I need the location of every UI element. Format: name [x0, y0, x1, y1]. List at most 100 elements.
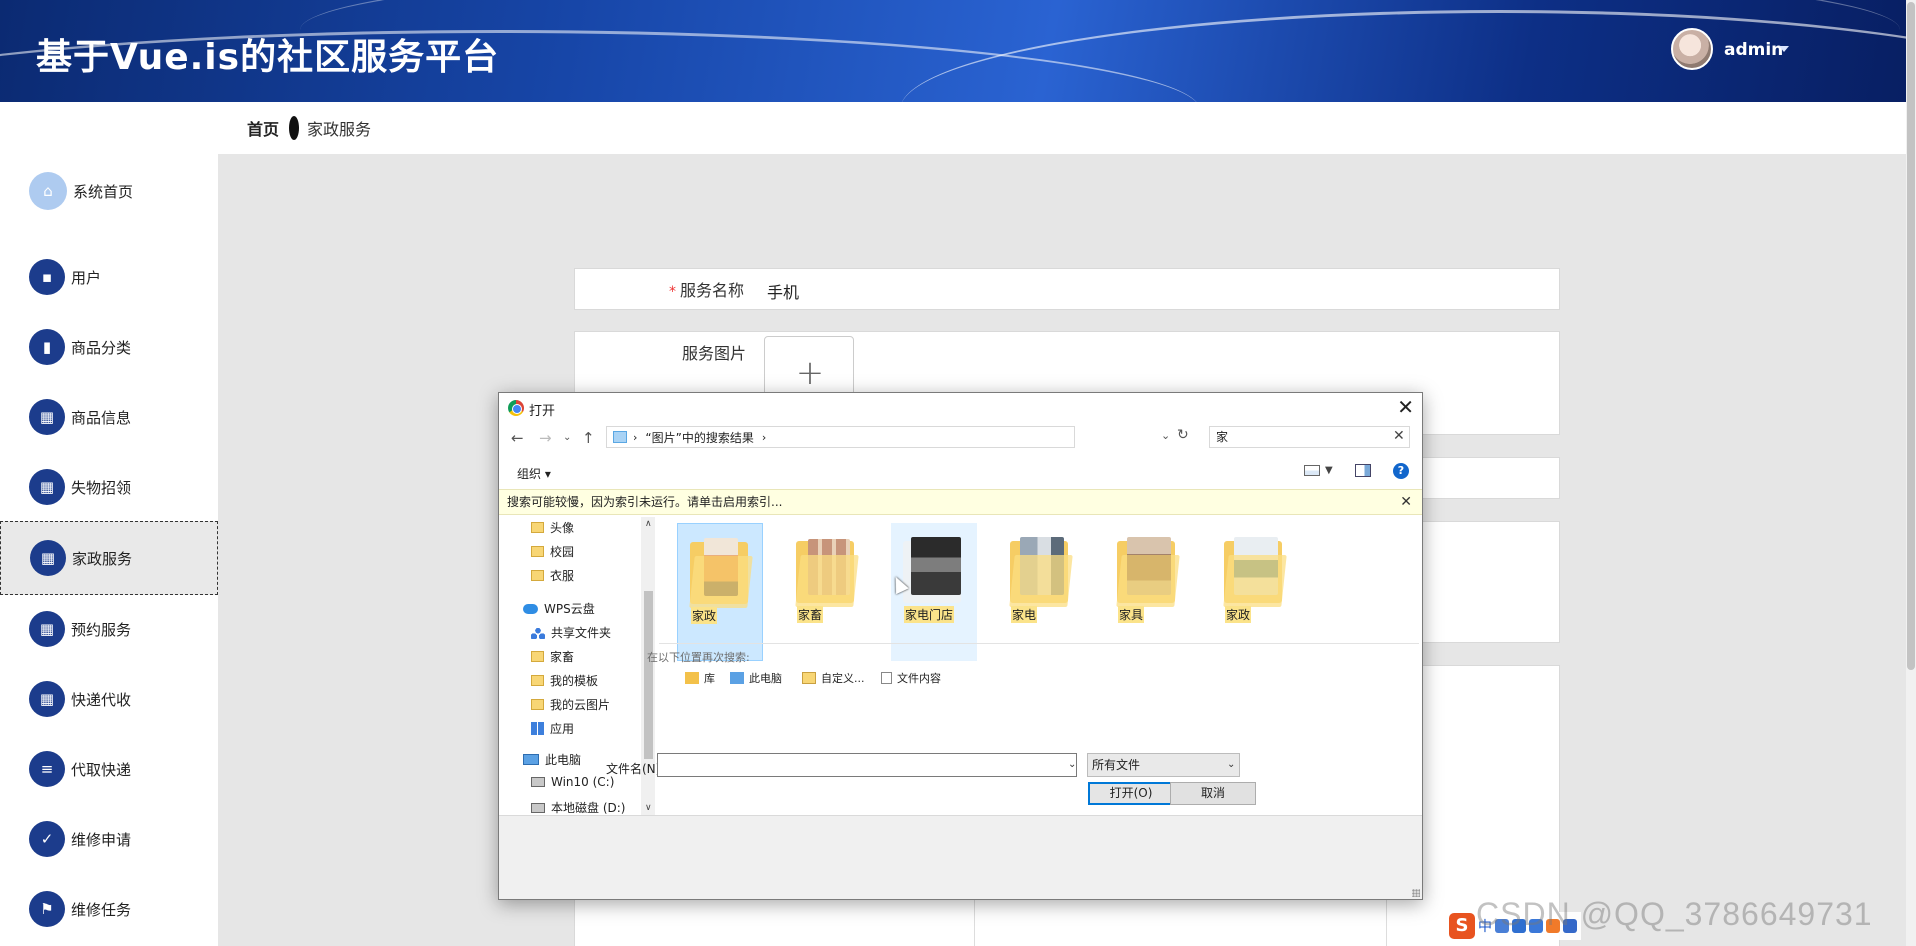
file-item[interactable]: 家电	[998, 523, 1084, 661]
indexing-info-bar[interactable]: 搜索可能较慢，因为索引未运行。请单击启用索引... ✕	[499, 489, 1422, 515]
sidebar-item-label: 系统首页	[73, 182, 134, 201]
sidebar-item-housekeeping[interactable]: ▦ 家政服务	[0, 521, 218, 595]
tree-item[interactable]: 应用	[531, 720, 574, 737]
scroll-up-icon[interactable]: ∧	[645, 519, 652, 529]
search-input[interactable]: 家	[1209, 426, 1410, 448]
folder-front	[795, 555, 859, 607]
preview-pane-icon[interactable]	[1355, 464, 1371, 477]
avatar[interactable]	[1671, 28, 1713, 70]
cancel-button[interactable]: 取消	[1170, 782, 1256, 805]
sidebar-item-booking[interactable]: ▦ 预约服务	[0, 592, 218, 666]
tree-item[interactable]: 本地磁盘 (D:)	[531, 799, 625, 815]
computer-icon	[730, 672, 744, 684]
refresh-icon[interactable]: ↻	[1177, 427, 1189, 443]
view-mode-icon[interactable]	[1304, 465, 1320, 476]
search-again-file-contents[interactable]: 文件内容	[881, 670, 941, 686]
organize-menu[interactable]: 组织 ▾	[517, 465, 551, 482]
resize-grip-icon[interactable]	[1412, 889, 1420, 897]
tree-item-label: 衣服	[550, 569, 575, 583]
folder-front	[1116, 555, 1180, 607]
page-scrollbar-thumb[interactable]	[1907, 2, 1915, 670]
tree-scrollbar-thumb[interactable]	[644, 591, 653, 759]
sidebar-item-product-info[interactable]: ▦ 商品信息	[0, 380, 218, 454]
search-again-library[interactable]: 库	[685, 670, 715, 686]
file-name: 家政	[1225, 606, 1252, 623]
file-item[interactable]: 家政	[677, 523, 763, 661]
search-again-custom[interactable]: 自定义...	[802, 670, 865, 686]
filename-input[interactable]	[657, 753, 1077, 777]
user-name[interactable]: admin	[1724, 40, 1783, 60]
search-results-icon	[613, 431, 627, 443]
open-button[interactable]: 打开(O)	[1088, 782, 1174, 805]
tree-item[interactable]: WPS云盘	[523, 600, 595, 617]
file-name: 家畜	[797, 606, 824, 623]
grid-icon: ▦	[30, 540, 66, 576]
search-again-item-label: 库	[704, 672, 715, 685]
sidebar-item-parcel-receive[interactable]: ▦ 快递代收	[0, 662, 218, 736]
breadcrumb-current: 家政服务	[307, 120, 372, 139]
filename-dropdown-icon[interactable]: ⌄	[1068, 759, 1076, 770]
address-dropdown-icon[interactable]: ⌄	[1161, 429, 1170, 442]
tree-item[interactable]: 校园	[531, 543, 574, 560]
file-item[interactable]: 家畜	[784, 523, 870, 661]
sidebar-item-repair-task[interactable]: ⚑ 维修任务	[0, 872, 218, 946]
sidebar-item-parcel-pickup[interactable]: ≡ 代取快递	[0, 732, 218, 806]
tree-item[interactable]: 我的模板	[531, 672, 598, 689]
filetype-select[interactable]: 所有文件	[1087, 753, 1240, 777]
tree-item-label: 共享文件夹	[551, 626, 612, 640]
sidebar-item-users[interactable]: ▪ 用户	[0, 240, 218, 314]
close-info-icon[interactable]: ✕	[1400, 490, 1412, 514]
cloud-icon	[523, 603, 538, 614]
tree-item[interactable]: 共享文件夹	[531, 624, 611, 641]
sidebar-item-label: 用户	[71, 268, 102, 287]
sidebar-item-lost-found[interactable]: ▦ 失物招领	[0, 450, 218, 524]
image-thumbnail	[911, 537, 961, 595]
service-name-input[interactable]: 手机	[767, 279, 799, 303]
forward-arrow-icon[interactable]: →	[539, 429, 552, 447]
library-icon	[685, 672, 699, 684]
sidebar-item-label: 快递代收	[71, 690, 132, 709]
up-arrow-icon[interactable]: ↑	[582, 429, 595, 447]
apps-icon	[531, 722, 544, 735]
tree-item[interactable]: 家畜	[531, 648, 574, 665]
sidebar: ⌂ 系统首页 ▪ 用户 ▮ 商品分类 ▦ 商品信息 ▦ 失物招领 ▦ 家政服务 …	[0, 150, 218, 946]
file-item[interactable]: 家电门店	[891, 523, 977, 661]
tree-item-label: Win10 (C:)	[551, 775, 615, 789]
app-title: 基于Vue.is的社区服务平台	[36, 37, 500, 78]
tree-item-label: 校园	[550, 545, 575, 559]
sidebar-item-repair-request[interactable]: ✓ 维修申请	[0, 802, 218, 876]
file-open-dialog: 打开 ✕ ← → ⌄ ↑ › “图片”中的搜索结果 › ⌄ ↻ 家 ✕ 组织 ▾…	[498, 392, 1423, 900]
filetype-dropdown-icon[interactable]: ⌄	[1227, 759, 1235, 770]
form-row-service-name: * 服务名称 手机	[574, 268, 1560, 310]
tree-item-label: 此电脑	[545, 753, 582, 767]
folder-front	[1223, 555, 1287, 607]
sidebar-item-home[interactable]: ⌂ 系统首页	[0, 154, 218, 228]
address-bar[interactable]: › “图片”中的搜索结果 ›	[606, 426, 1075, 448]
file-item[interactable]: 家政	[1212, 523, 1298, 661]
dialog-footer	[499, 815, 1422, 899]
file-name: 家电	[1011, 606, 1038, 623]
tree-item[interactable]: Win10 (C:)	[531, 775, 614, 789]
tree-item[interactable]: 衣服	[531, 567, 574, 584]
clear-search-icon[interactable]: ✕	[1393, 428, 1405, 444]
close-icon[interactable]: ✕	[1397, 395, 1414, 419]
back-arrow-icon[interactable]: ←	[511, 429, 524, 447]
caret-down-icon[interactable]	[1779, 46, 1789, 52]
help-icon[interactable]: ?	[1393, 463, 1409, 479]
tree-item[interactable]: 头像	[531, 519, 574, 536]
file-item[interactable]: 家具	[1105, 523, 1191, 661]
tree-item[interactable]: 我的云图片	[531, 696, 610, 713]
recent-dropdown-icon[interactable]: ⌄	[563, 432, 571, 443]
sidebar-item-label: 失物招领	[71, 478, 132, 497]
grid-icon: ▦	[29, 399, 65, 435]
filename-label: 文件名(N):	[606, 762, 665, 776]
scroll-down-icon[interactable]: ∨	[645, 803, 652, 813]
computer-icon	[523, 754, 539, 765]
search-again-this-pc[interactable]: 此电脑	[730, 670, 782, 686]
view-dropdown-icon[interactable]: ▼	[1325, 465, 1333, 476]
breadcrumb-home[interactable]: 首页	[247, 116, 279, 140]
drive-icon	[531, 802, 545, 813]
grid-icon: ▦	[29, 611, 65, 647]
tree-item[interactable]: 此电脑	[523, 751, 581, 768]
sidebar-item-product-category[interactable]: ▮ 商品分类	[0, 310, 218, 384]
